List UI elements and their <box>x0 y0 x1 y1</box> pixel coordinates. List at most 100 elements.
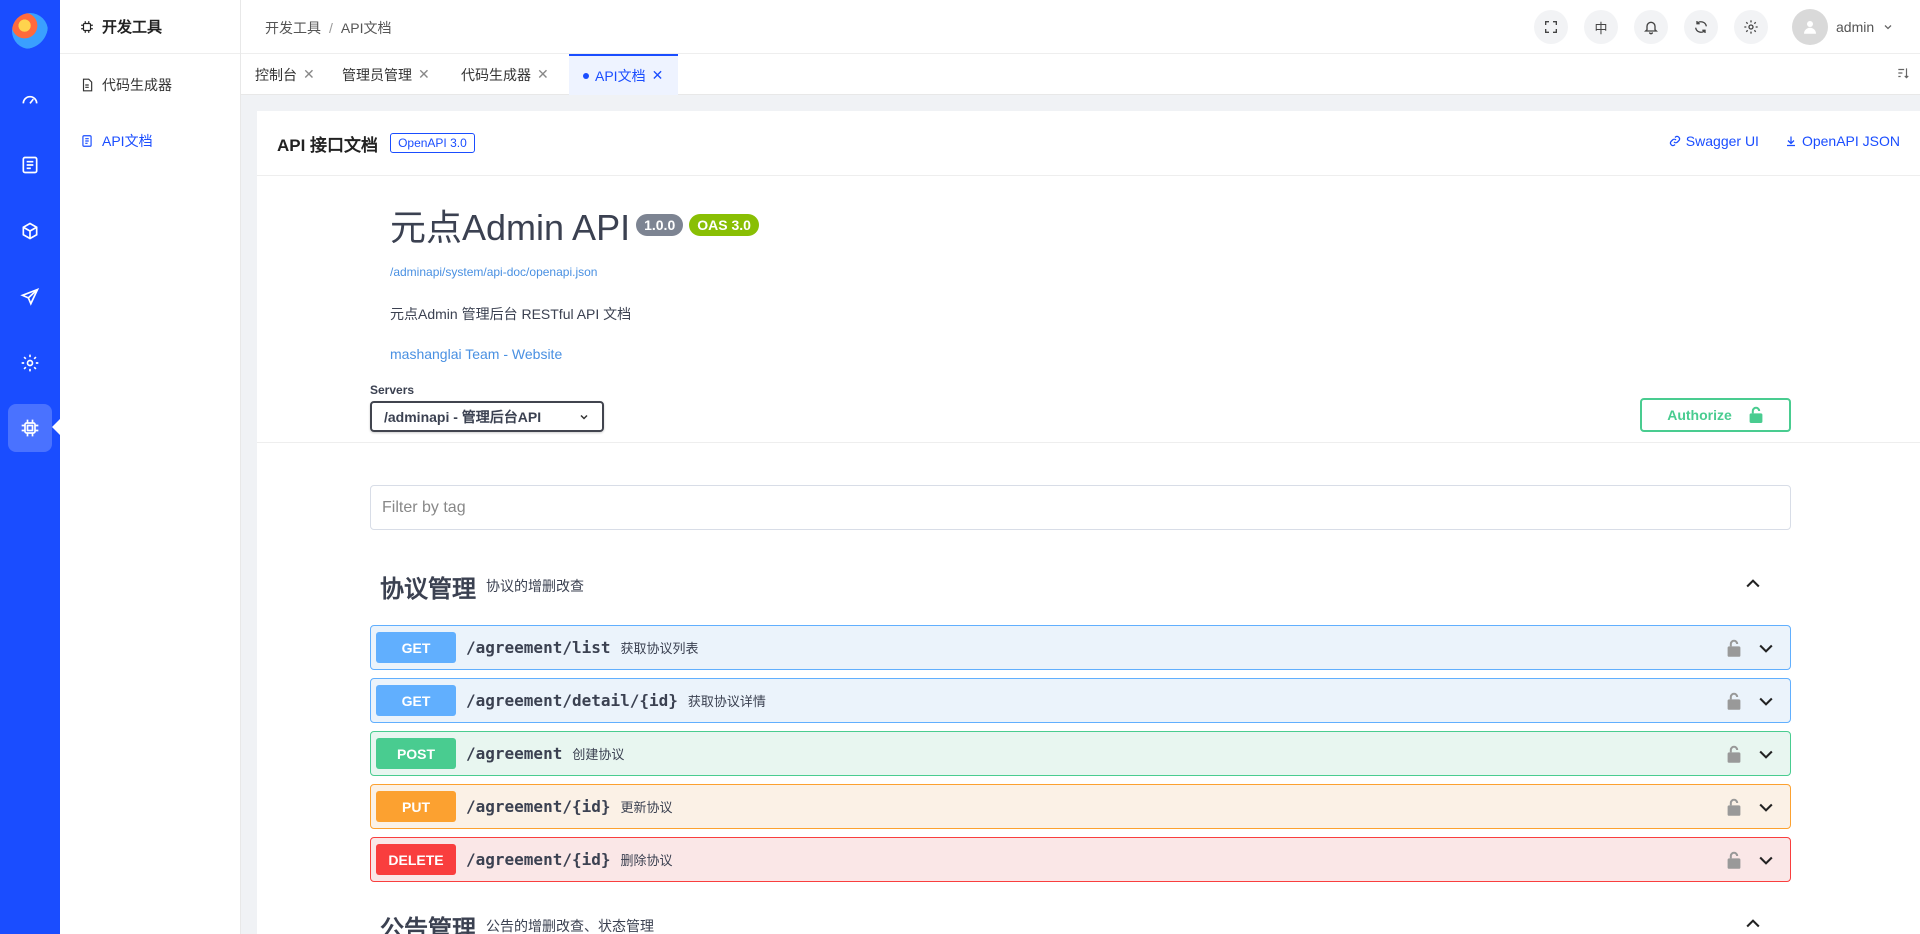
lock-icon[interactable] <box>1726 797 1742 817</box>
sub-menu: 开发工具 代码生成器 API文档 <box>60 0 241 934</box>
settings-button[interactable] <box>1734 10 1768 44</box>
operation-summary: 更新协议 <box>620 800 673 815</box>
bell-icon <box>1644 21 1658 35</box>
user-menu[interactable]: admin <box>1792 9 1894 45</box>
chevron-down-icon <box>1884 25 1892 30</box>
user-icon <box>1804 21 1816 34</box>
refresh-button[interactable] <box>1684 10 1718 44</box>
breadcrumb-item[interactable]: 开发工具 <box>265 20 321 36</box>
operation-summary: 创建协议 <box>572 747 625 762</box>
file-icon <box>82 78 93 92</box>
operation-summary: 删除协议 <box>620 853 673 868</box>
operation-path: /agreement <box>466 744 563 763</box>
settings-icon[interactable] <box>0 338 60 388</box>
operation-row[interactable]: POST /agreement 创建协议 <box>370 731 1791 776</box>
tab-api-docs[interactable]: API文档 ✕ <box>569 54 678 95</box>
chevron-up-icon[interactable] <box>1743 914 1763 934</box>
close-icon[interactable]: ✕ <box>418 66 430 83</box>
operation-path: /agreement/{id} <box>466 797 611 816</box>
lock-icon[interactable] <box>1726 638 1742 658</box>
tag-section-header[interactable]: 协议管理 协议的增删改查 <box>370 566 1791 606</box>
document-icon[interactable] <box>0 140 60 190</box>
breadcrumb-item: API文档 <box>340 20 392 36</box>
sub-menu-title: 开发工具 <box>60 0 240 54</box>
method-badge: POST <box>376 738 456 769</box>
tab-options-icon[interactable] <box>1896 66 1910 83</box>
download-icon <box>1786 136 1795 147</box>
top-bar: 开发工具 / API文档 中 admin <box>241 0 1920 54</box>
spec-url-link[interactable]: /adminapi/system/api-doc/openapi.json <box>390 265 759 279</box>
method-badge: PUT <box>376 791 456 822</box>
send-icon[interactable] <box>0 272 60 322</box>
servers-select[interactable]: /adminapi - 管理后台API <box>370 401 604 432</box>
gear-icon <box>1744 20 1758 34</box>
tag-section-header[interactable]: 公告管理 公告的增删改查、状态管理 <box>370 906 1791 934</box>
tab-admin-management[interactable]: 管理员管理 ✕ <box>328 54 444 95</box>
nav-rail <box>0 0 61 934</box>
api-doc-card: API 接口文档 OpenAPI 3.0 Swagger UI OpenAPI … <box>257 111 1920 934</box>
link-icon <box>1669 135 1680 147</box>
chip-icon <box>81 20 93 33</box>
dashboard-icon[interactable] <box>0 75 60 125</box>
sidebar-item-code-generator[interactable]: 代码生成器 <box>80 75 172 95</box>
operation-row[interactable]: GET /agreement/detail/{id} 获取协议详情 <box>370 678 1791 723</box>
servers-section: Servers /adminapi - 管理后台API <box>370 383 604 432</box>
operation-row[interactable]: PUT /agreement/{id} 更新协议 <box>370 784 1791 829</box>
api-description: 元点Admin 管理后台 RESTful API 文档 <box>390 306 632 322</box>
lock-icon[interactable] <box>1726 744 1742 764</box>
operation-path: /agreement/detail/{id} <box>466 691 678 710</box>
operation-row[interactable]: DELETE /agreement/{id} 删除协议 <box>370 837 1791 882</box>
version-badge: 1.0.0 <box>636 214 684 236</box>
app-logo[interactable] <box>12 13 48 49</box>
api-title: 元点Admin API <box>390 207 631 248</box>
cube-icon[interactable] <box>0 206 60 256</box>
chevron-down-icon[interactable] <box>1756 797 1776 817</box>
active-dot-icon <box>583 72 589 79</box>
tab-console[interactable]: 控制台 ✕ <box>241 54 329 95</box>
authorize-button[interactable]: Authorize <box>1640 398 1791 432</box>
tab-bar: 控制台 ✕ 管理员管理 ✕ 代码生成器 ✕ API文档 ✕ <box>241 54 1920 95</box>
oas-badge: OAS 3.0 <box>689 214 759 236</box>
dev-tools-icon[interactable] <box>8 404 52 452</box>
chevron-down-icon[interactable] <box>1756 850 1776 870</box>
unlock-icon <box>1749 406 1763 423</box>
servers-label: Servers <box>370 383 415 397</box>
chevron-up-icon[interactable] <box>1743 574 1763 594</box>
divider <box>257 442 1920 443</box>
method-badge: GET <box>376 632 456 663</box>
chevron-down-icon[interactable] <box>1756 691 1776 711</box>
method-badge: DELETE <box>376 844 456 875</box>
openapi-json-link[interactable]: OpenAPI JSON <box>1785 133 1900 149</box>
page-title: API 接口文档 <box>277 135 379 155</box>
contact-link[interactable]: mashanglai Team - Website <box>390 346 759 362</box>
swagger-ui-link[interactable]: Swagger UI <box>1669 133 1759 149</box>
filter-by-tag-input[interactable]: Filter by tag <box>370 485 1791 530</box>
operation-summary: 获取协议详情 <box>687 694 766 709</box>
api-info: 元点Admin API 1.0.0 OAS 3.0 /adminapi/syst… <box>390 199 759 362</box>
refresh-icon <box>1695 21 1707 33</box>
tab-code-generator[interactable]: 代码生成器 ✕ <box>447 54 563 95</box>
openapi-badge: OpenAPI 3.0 <box>390 133 475 153</box>
close-icon[interactable]: ✕ <box>652 67 664 84</box>
avatar <box>1792 9 1828 45</box>
notification-button[interactable] <box>1634 10 1668 44</box>
doc-list-icon <box>82 135 92 147</box>
fullscreen-icon <box>1545 21 1557 33</box>
chevron-down-icon[interactable] <box>1756 638 1776 658</box>
method-badge: GET <box>376 685 456 716</box>
language-button[interactable]: 中 <box>1584 10 1618 44</box>
close-icon[interactable]: ✕ <box>303 66 315 83</box>
operation-path: /agreement/list <box>466 638 611 657</box>
chevron-down-icon <box>580 414 588 420</box>
close-icon[interactable]: ✕ <box>537 66 549 83</box>
operation-path: /agreement/{id} <box>466 850 611 869</box>
card-header: API 接口文档 OpenAPI 3.0 Swagger UI OpenAPI … <box>257 111 1920 176</box>
operation-summary: 获取协议列表 <box>620 641 699 656</box>
lock-icon[interactable] <box>1726 850 1742 870</box>
lock-icon[interactable] <box>1726 691 1742 711</box>
fullscreen-button[interactable] <box>1534 10 1568 44</box>
chevron-down-icon[interactable] <box>1756 744 1776 764</box>
user-name: admin <box>1836 19 1875 35</box>
sidebar-item-api-docs[interactable]: API文档 <box>80 131 153 151</box>
operation-row[interactable]: GET /agreement/list 获取协议列表 <box>370 625 1791 670</box>
